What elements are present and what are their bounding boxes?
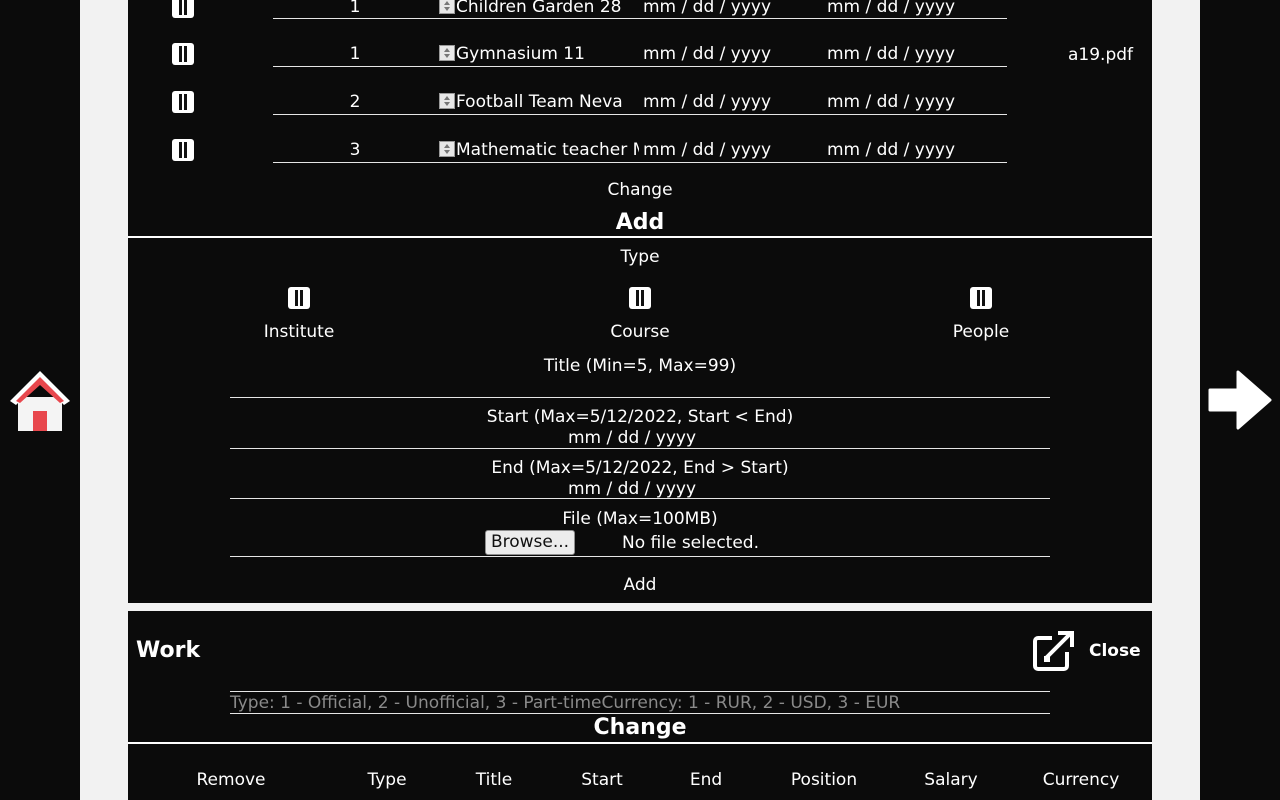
row-title[interactable]: Children Garden 28 — [456, 0, 621, 17]
change-heading: Change — [593, 715, 687, 740]
end-date-input[interactable]: mm / dd / yyyy — [568, 479, 696, 499]
start-label: Start (Max=5/12/2022, Start < End) — [486, 407, 794, 427]
row-end-date[interactable]: mm / dd / yyyy — [827, 92, 955, 112]
external-link-icon[interactable] — [1032, 630, 1076, 672]
home-icon[interactable] — [8, 367, 72, 433]
close-button[interactable]: Close — [1089, 641, 1141, 661]
row-title[interactable]: Football Team Neva — [456, 92, 623, 112]
type-people-checkbox[interactable] — [970, 287, 992, 309]
row-divider — [273, 114, 1007, 115]
title-label: Title (Min=5, Max=99) — [543, 356, 737, 376]
row-start-date[interactable]: mm / dd / yyyy — [643, 92, 771, 112]
row-type[interactable]: 2 — [350, 92, 361, 112]
row-remove-checkbox[interactable] — [172, 43, 194, 65]
row-type[interactable]: 1 — [350, 44, 361, 64]
end-label: End (Max=5/12/2022, End > Start) — [491, 458, 789, 478]
field-divider — [230, 713, 1050, 714]
row-divider — [273, 18, 1007, 19]
row-remove-checkbox[interactable] — [172, 139, 194, 161]
column-header: Position — [790, 770, 858, 790]
type-course-checkbox[interactable] — [629, 287, 651, 309]
add-heading: Add — [615, 210, 665, 235]
row-divider — [273, 66, 1007, 67]
column-header: Title — [475, 770, 513, 790]
change-button[interactable]: Change — [607, 180, 672, 200]
row-end-date[interactable]: mm / dd / yyyy — [827, 0, 955, 17]
column-header: Salary — [924, 770, 978, 790]
row-end-date[interactable]: mm / dd / yyyy — [827, 140, 955, 160]
work-legend: Type: 1 - Official, 2 - Unofficial, 3 - … — [230, 693, 901, 713]
start-date-input[interactable]: mm / dd / yyyy — [568, 428, 696, 448]
row-end-date[interactable]: mm / dd / yyyy — [827, 44, 955, 64]
column-header: Type — [367, 770, 407, 790]
row-start-date[interactable]: mm / dd / yyyy — [643, 140, 771, 160]
section-separator — [128, 742, 1152, 744]
file-status: No file selected. — [622, 533, 759, 553]
row-type[interactable]: 3 — [350, 140, 361, 160]
arrow-right-icon[interactable] — [1208, 368, 1272, 432]
browse-button[interactable]: Browse... — [485, 530, 575, 555]
column-header: End — [689, 770, 723, 790]
row-file-link[interactable]: a19.pdf — [1068, 45, 1133, 65]
add-submit-button[interactable]: Add — [624, 575, 657, 595]
type-institute-checkbox[interactable] — [288, 287, 310, 309]
field-divider — [230, 498, 1050, 499]
type-spinner-icon[interactable] — [439, 141, 455, 157]
row-divider — [273, 162, 1007, 163]
row-type[interactable]: 1 — [350, 0, 361, 17]
type-spinner-icon[interactable] — [439, 45, 455, 61]
file-label: File (Max=100MB) — [562, 509, 718, 529]
column-header: Start — [581, 770, 623, 790]
type-spinner-icon[interactable] — [439, 0, 455, 14]
field-divider — [230, 691, 1050, 692]
work-title: Work — [136, 638, 201, 663]
type-institute-label: Institute — [263, 322, 335, 342]
row-title[interactable]: Gymnasium 11 — [456, 44, 585, 64]
column-header: Remove — [196, 770, 266, 790]
section-separator — [128, 236, 1152, 238]
row-remove-checkbox[interactable] — [172, 91, 194, 113]
type-spinner-icon[interactable] — [439, 93, 455, 109]
row-title[interactable]: Mathematic teacher M — [456, 140, 639, 160]
row-start-date[interactable]: mm / dd / yyyy — [643, 0, 771, 17]
field-divider — [230, 448, 1050, 449]
row-start-date[interactable]: mm / dd / yyyy — [643, 44, 771, 64]
type-people-label: People — [952, 322, 1010, 342]
title-input[interactable] — [230, 376, 1050, 396]
field-divider — [230, 397, 1050, 398]
row-remove-checkbox[interactable] — [172, 0, 194, 18]
type-label: Type — [620, 247, 660, 267]
type-course-label: Course — [610, 322, 670, 342]
field-divider — [230, 556, 1050, 557]
column-header: Currency — [1042, 770, 1120, 790]
